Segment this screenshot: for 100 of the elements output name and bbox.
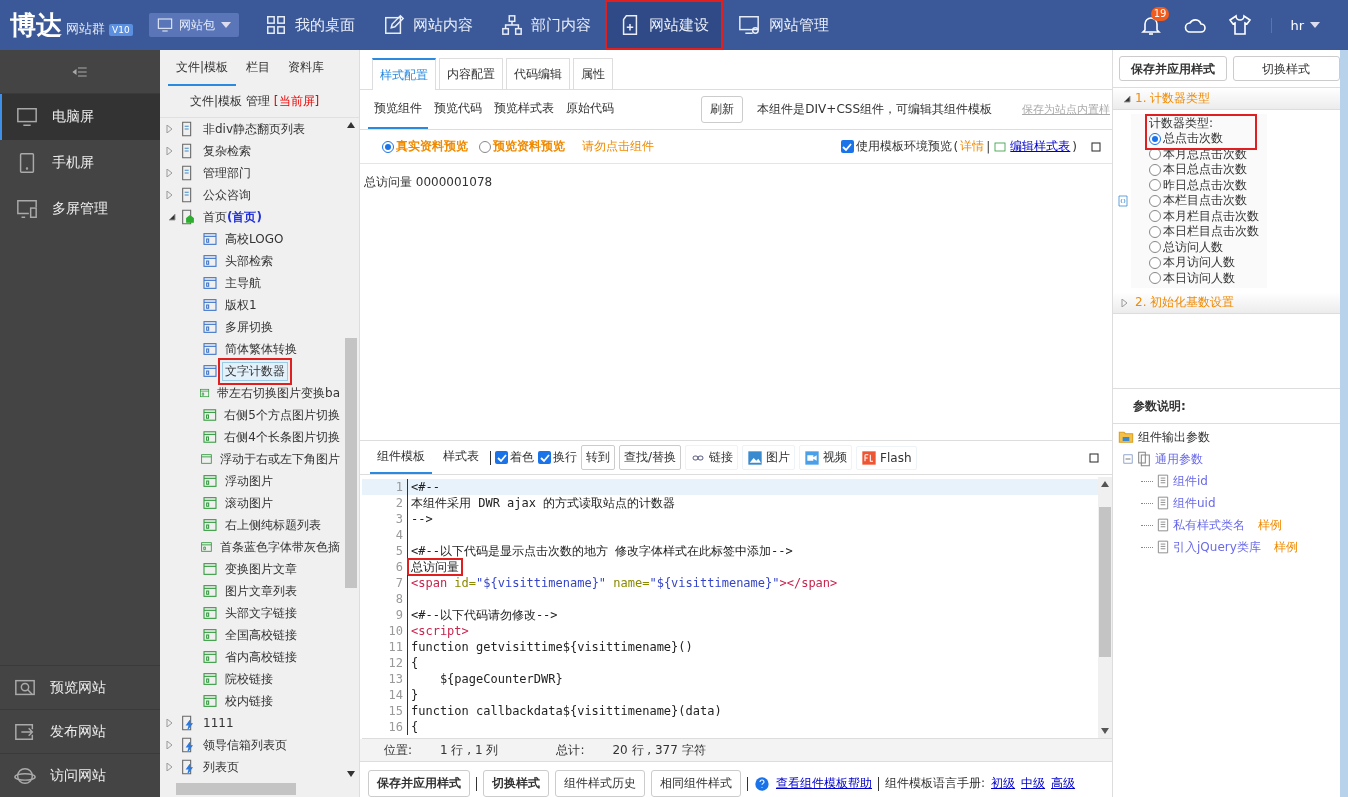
tree-item[interactable]: 公众咨询 (200, 185, 254, 205)
param-link[interactable]: 通用参数 (1155, 450, 1203, 468)
nav-item[interactable]: 我的桌面 (250, 0, 369, 50)
tree-item[interactable]: 浮动于右或左下角图片 (217, 449, 343, 469)
sidebar-item[interactable]: 多屏管理 (0, 186, 160, 232)
radio-option[interactable]: 本日栏目点击次数 (1149, 224, 1259, 240)
tree-item[interactable]: 首页(首页) (200, 207, 265, 227)
manual-link[interactable]: 中级 (1021, 775, 1046, 792)
scrollbar[interactable] (1340, 50, 1348, 797)
tree-item[interactable]: 主导航 (222, 273, 264, 293)
scrollbar-thumb[interactable] (1099, 507, 1111, 657)
tree-item[interactable]: 多屏切换 (222, 317, 276, 337)
tree-item[interactable]: 右侧4个长条图片切换 (221, 427, 343, 447)
sidebar-item[interactable]: 电脑屏 (0, 94, 160, 140)
help-link[interactable]: 查看组件模板帮助 (776, 775, 872, 792)
tree-item[interactable]: 领导信箱列表页 (200, 735, 290, 755)
action-button[interactable]: 保存并应用样式 (1119, 56, 1227, 81)
tab[interactable]: 代码编辑 (506, 58, 570, 89)
tab[interactable]: 内容配置 (439, 58, 503, 89)
toolbar-button[interactable]: 视频 (799, 445, 853, 470)
refresh-button[interactable]: 刷新 (701, 96, 744, 123)
action-button[interactable]: 组件样式历史 (555, 770, 645, 797)
tree-item[interactable]: 非div静态翻页列表 (200, 119, 309, 139)
toolbar-button[interactable]: 链接 (685, 445, 739, 470)
tree-item[interactable]: 浮动图片 (222, 471, 276, 491)
checkbox[interactable] (840, 140, 854, 153)
nav-item[interactable]: 网站建设 (604, 0, 723, 50)
site-dropdown[interactable]: 网站包 (148, 13, 239, 37)
tree-item[interactable]: 组件输出参数 (1138, 428, 1210, 446)
component-icon (202, 627, 218, 643)
tree-item[interactable]: 校内链接 (222, 691, 276, 711)
tree-item[interactable]: 右上侧纯标题列表 (222, 515, 324, 535)
expand-toggle[interactable] (166, 213, 176, 221)
manual-link[interactable]: 初级 (991, 775, 1016, 792)
tree-item[interactable]: 院校链接 (222, 669, 276, 689)
tree-item[interactable]: 全国高校链接 (222, 625, 300, 645)
action-button[interactable]: 切换样式 (1232, 56, 1340, 81)
param-link[interactable]: 私有样式类名 (1173, 516, 1245, 534)
radio-option[interactable]: 总点击次数 (1149, 131, 1259, 147)
scroll-up-icon[interactable] (347, 122, 355, 128)
user-menu[interactable]: hr (1271, 17, 1320, 33)
editor-tab[interactable]: 样式表 (436, 441, 486, 474)
tree-item[interactable]: 简体繁体转换 (222, 339, 300, 359)
radio-option[interactable]: 本栏目点击次数 (1149, 193, 1259, 209)
tree-item[interactable]: 管理部门 (200, 163, 254, 183)
toolbar-button[interactable]: 转到 (581, 445, 615, 470)
radio-option[interactable]: 昨日总点击次数 (1149, 177, 1259, 193)
panel-tab[interactable]: 栏目 (238, 50, 279, 86)
checkbox[interactable] (495, 451, 508, 464)
editor-tab[interactable]: 组件模板 (370, 441, 432, 474)
scrollbar-thumb[interactable] (345, 338, 357, 588)
subtab[interactable]: 原始代码 (560, 90, 620, 129)
divider-text: | (986, 139, 991, 154)
tree-item[interactable]: 列表页 (200, 757, 242, 777)
radio-option[interactable]: 本月栏目点击次数 (1149, 208, 1259, 224)
panel-tab[interactable]: 文件|模板 (168, 50, 237, 86)
nav-item[interactable]: 网站管理 (722, 0, 843, 50)
subtab[interactable]: 预览代码 (428, 90, 488, 129)
radio-option[interactable]: 本月访问人数 (1149, 255, 1259, 271)
tree-item[interactable]: 复杂检索 (200, 141, 254, 161)
action-button[interactable]: 切换样式 (483, 770, 549, 797)
action-button[interactable]: 相同组件样式 (651, 770, 741, 797)
toolbar-button[interactable]: Flash (856, 445, 917, 470)
param-link[interactable]: 组件id (1173, 472, 1208, 490)
tree-item[interactable]: 头部检索 (222, 251, 276, 271)
panel-tab[interactable]: 资料库 (280, 50, 333, 86)
tree-item[interactable]: 1111 (200, 715, 237, 731)
param-link[interactable]: 引入jQuery类库 (1173, 538, 1261, 556)
checkbox[interactable] (538, 451, 551, 464)
param-link[interactable]: 组件uid (1173, 494, 1216, 512)
tree-item[interactable]: 变换图片文章 (222, 559, 300, 579)
scroll-down-icon[interactable] (347, 771, 355, 777)
radio-option[interactable]: 本日总点击次数 (1149, 162, 1259, 178)
sidebar-item[interactable]: 手机屏 (0, 140, 160, 186)
tree-item[interactable]: 图片文章列表 (222, 581, 300, 601)
tree-item[interactable]: 滚动图片 (222, 493, 276, 513)
edit-stylesheet-link[interactable]: 编辑样式表 (1010, 138, 1071, 155)
scroll-up-icon[interactable] (1101, 481, 1109, 487)
subtab[interactable]: 预览样式表 (488, 90, 560, 129)
nav-item[interactable]: 网站内容 (368, 0, 487, 50)
tree-item[interactable]: 版权1 (222, 295, 260, 315)
nav-item[interactable]: 部门内容 (486, 0, 605, 50)
tab[interactable]: 样式配置 (372, 58, 436, 90)
tree-item[interactable]: 右侧5个方点图片切换 (221, 405, 343, 425)
tree-item[interactable]: 省内高校链接 (222, 647, 300, 667)
home-page-icon (180, 209, 196, 225)
tab[interactable]: 属性 (573, 58, 613, 89)
toolbar-button[interactable]: 图片 (742, 445, 796, 470)
tree-item[interactable]: 头部文字链接 (222, 603, 300, 623)
radio-option[interactable]: 本日访问人数 (1149, 270, 1259, 286)
scrollbar-thumb[interactable] (176, 783, 296, 795)
tree-item[interactable]: 带左右切换图片变换ba (214, 383, 343, 403)
manual-link[interactable]: 高级 (1051, 775, 1076, 792)
toolbar-button[interactable]: 查找/替换 (619, 445, 682, 470)
tree-item[interactable]: 高校LOGO (222, 229, 287, 249)
scroll-down-icon[interactable] (1101, 728, 1109, 734)
radio-option[interactable]: 总访问人数 (1149, 239, 1259, 255)
tree-item[interactable]: 首条蓝色字体带灰色摘 (217, 537, 343, 557)
subtab[interactable]: 预览组件 (368, 90, 428, 129)
action-button[interactable]: 保存并应用样式 (368, 770, 470, 797)
